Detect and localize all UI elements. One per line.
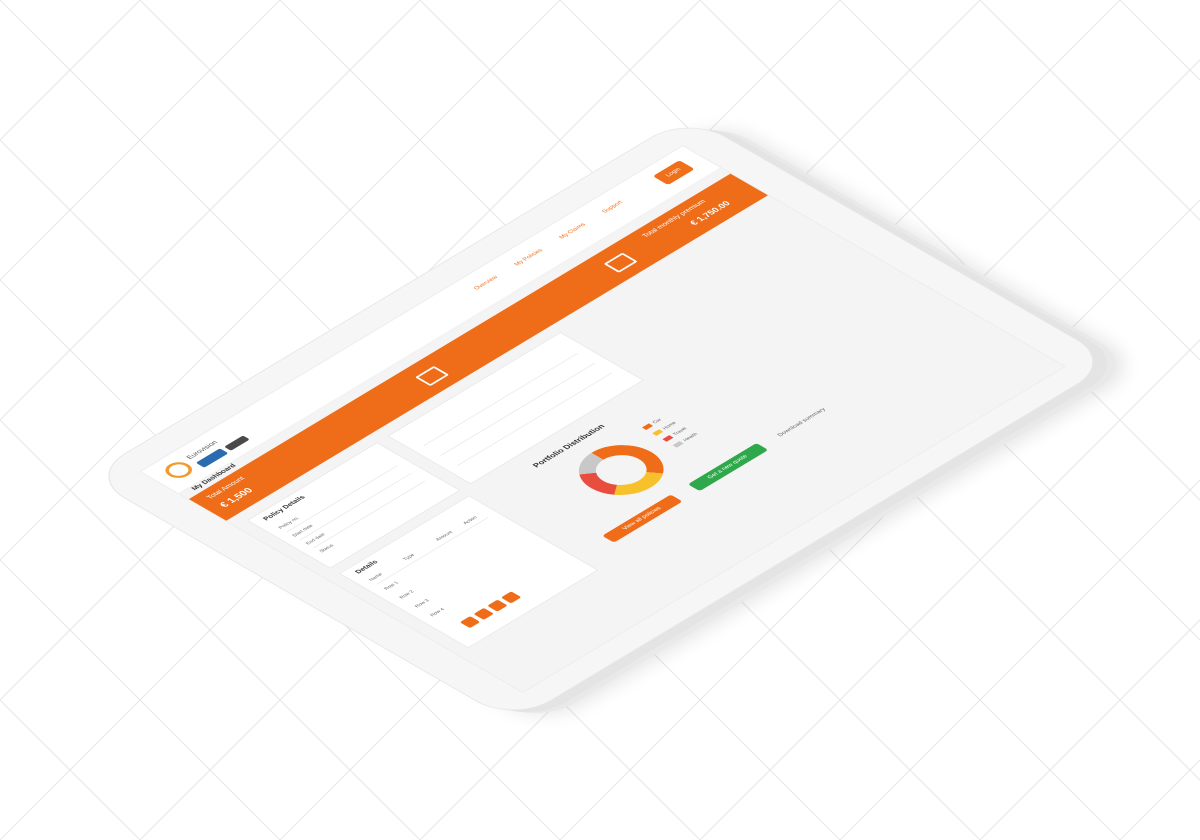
row-divider: [299, 472, 412, 541]
policy-row: Status: [318, 543, 336, 554]
calculator-icon: [603, 252, 638, 273]
legend-label: Car: [651, 417, 664, 425]
table-row: Row 2: [398, 589, 416, 600]
nav-item-claims[interactable]: My Claims: [558, 222, 587, 239]
action-button[interactable]: [473, 607, 494, 620]
details-panel-title: Details: [354, 559, 380, 575]
partner-logo-secondary-icon: [224, 435, 250, 451]
table-row: Row 4: [429, 607, 447, 618]
column-header: Action: [462, 515, 480, 526]
table-row: Row 3: [413, 598, 431, 609]
action-button[interactable]: [459, 616, 481, 629]
legend-swatch: [652, 429, 664, 436]
action-button[interactable]: [500, 591, 522, 604]
login-button[interactable]: Login: [653, 160, 695, 185]
legend-swatch: [662, 435, 674, 442]
nav-item-support[interactable]: Support: [601, 200, 624, 214]
download-summary-link[interactable]: Download summary: [777, 407, 828, 437]
table-row: Row 1: [383, 580, 401, 592]
nav-item-policies[interactable]: My Policies: [514, 248, 545, 267]
legend-swatch: [672, 441, 684, 448]
legend-swatch: [642, 423, 654, 431]
wallet-icon: [414, 365, 450, 387]
column-header: Name: [367, 572, 385, 583]
legend-label: Health: [682, 432, 700, 443]
action-button[interactable]: [487, 599, 508, 612]
new-quote-button[interactable]: Get a new quote: [687, 443, 769, 492]
legend-label: Travel: [671, 426, 689, 437]
brand-logo-icon: [159, 459, 198, 482]
nav-item-overview[interactable]: Overview: [473, 275, 500, 291]
legend-label: Home: [661, 420, 679, 431]
